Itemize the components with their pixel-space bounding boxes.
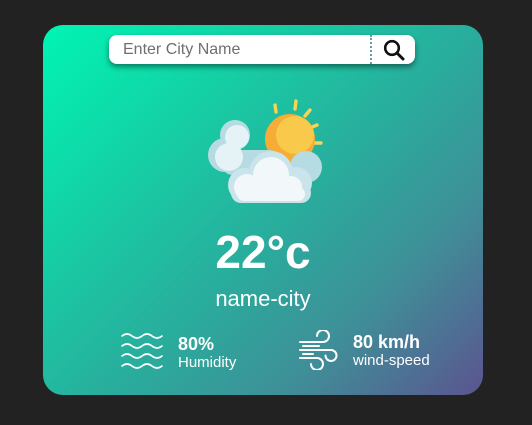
search-bar (109, 35, 415, 64)
city-name: name-city (215, 286, 311, 311)
humidity-value: 80% (178, 333, 215, 354)
weather-card: 22°c name-city 80% Humidity (43, 25, 483, 395)
temperature: 22°c (215, 226, 311, 278)
city-search-input[interactable] (109, 35, 361, 64)
wind-speed-value: 80 km/h (353, 331, 421, 352)
humidity-label: Humidity (178, 353, 237, 371)
search-button[interactable] (370, 35, 415, 64)
wind-stat: 80 km/h wind-speed (297, 330, 430, 370)
humidity-stat: 80% Humidity (120, 330, 236, 374)
search-icon (383, 39, 404, 60)
sun-behind-clouds-icon (208, 99, 323, 203)
humidity-waves-icon (121, 333, 163, 369)
wind-icon (299, 330, 338, 370)
wind-speed-label: wind-speed (353, 351, 430, 369)
